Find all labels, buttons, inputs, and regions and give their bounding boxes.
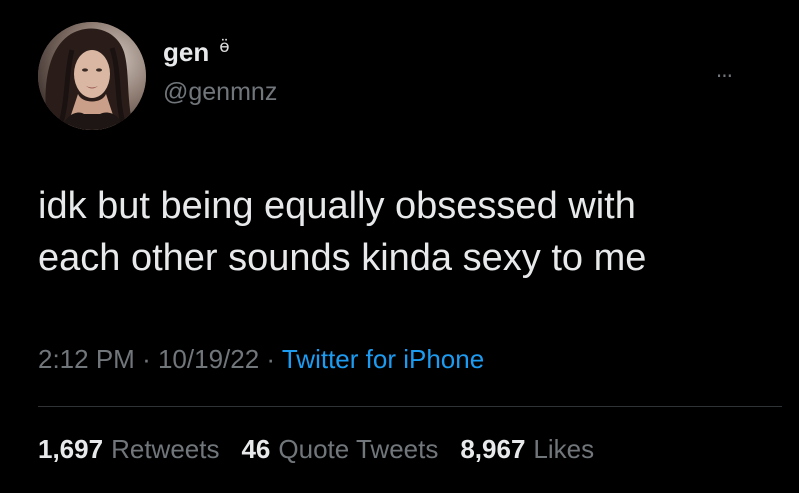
retweets-stat[interactable]: 1,697 Retweets — [38, 432, 219, 466]
profile-photo-icon — [38, 22, 146, 130]
retweets-label: Retweets — [111, 434, 220, 464]
tweet-text-line: idk but being equally obsessed with — [38, 185, 636, 227]
meta-separator: · — [142, 344, 151, 374]
likes-count: 8,967 — [460, 434, 526, 464]
tweet-meta: 2:12 PM · 10/19/22 · Twitter for iPhone — [38, 342, 484, 376]
user-handle[interactable]: @genmnz — [163, 77, 277, 107]
retweets-count: 1,697 — [38, 434, 104, 464]
meta-separator: · — [266, 344, 276, 374]
tweet-date[interactable]: 10/19/22 — [158, 344, 259, 374]
likes-label: Likes — [533, 434, 595, 464]
quote-tweets-count: 46 — [241, 434, 271, 464]
emoji-icon: ӫ — [219, 37, 230, 57]
likes-stat[interactable]: 8,967 Likes — [460, 432, 594, 466]
user-meta: gen ӫ @genmnz — [163, 36, 277, 107]
tweet-time[interactable]: 2:12 PM — [38, 344, 135, 374]
quote-tweets-stat[interactable]: 46 Quote Tweets — [241, 432, 438, 466]
tweet-header: gen ӫ @genmnz ··· — [38, 22, 760, 132]
more-horizontal-icon[interactable]: ··· — [716, 64, 733, 88]
quote-tweets-label: Quote Tweets — [278, 434, 439, 464]
tweet-source-link[interactable]: Twitter for iPhone — [282, 344, 484, 374]
avatar[interactable] — [38, 22, 146, 130]
divider — [38, 406, 782, 407]
tweet-card: gen ӫ @genmnz ··· idk but being equally … — [0, 0, 799, 493]
tweet-text-line: each other sounds kinda sexy to me — [38, 237, 647, 279]
tweet-text: idk but being equally obsessed with each… — [38, 180, 778, 284]
display-name[interactable]: gen ӫ — [163, 36, 277, 68]
display-name-text[interactable]: gen — [163, 36, 209, 68]
tweet-stats: 1,697 Retweets 46 Quote Tweets 8,967 Likes — [38, 432, 594, 466]
